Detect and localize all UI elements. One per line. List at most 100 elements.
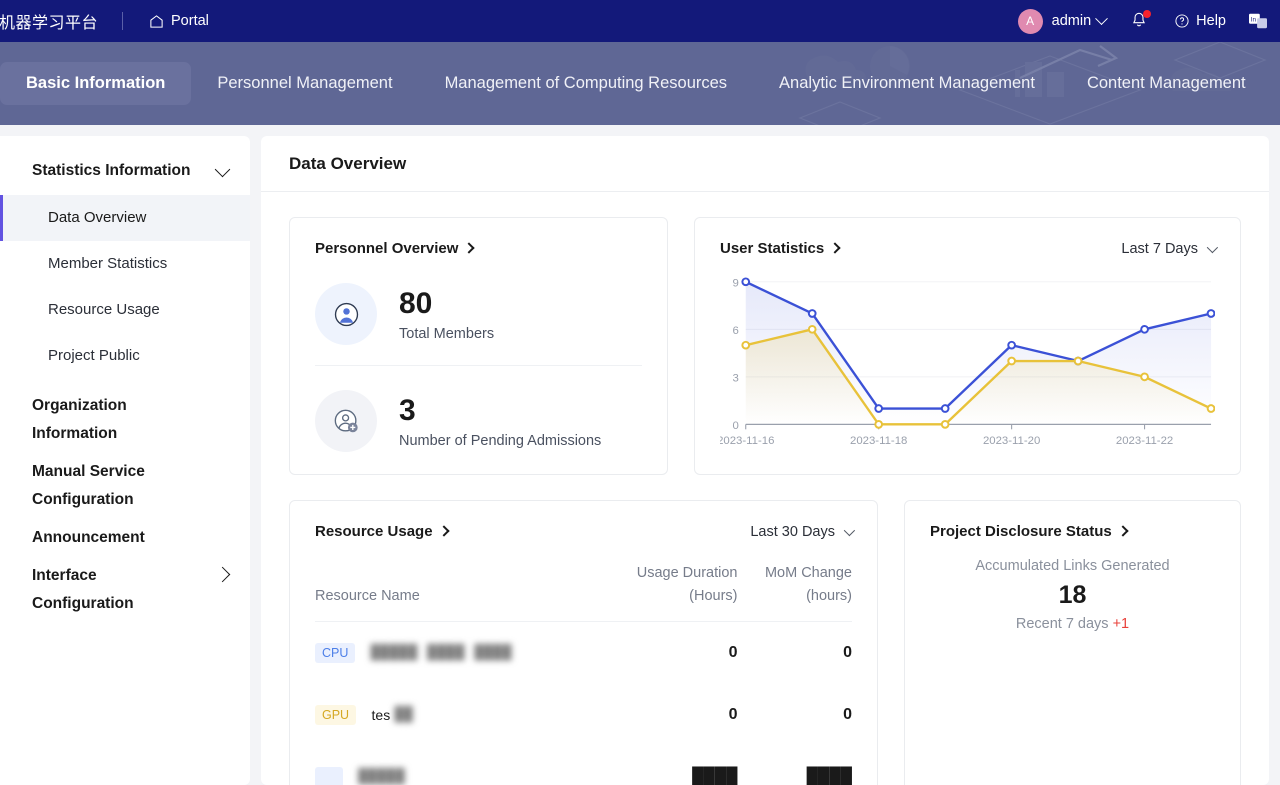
nav-item-analytic-environment[interactable]: Analytic Environment Management: [753, 62, 1061, 105]
sidebar-group-organization-information[interactable]: Organization Information: [0, 392, 250, 448]
chevron-down-icon: [1206, 241, 1219, 253]
stat-label: Number of Pending Admissions: [399, 432, 602, 449]
stat-pending-admissions: 3 Number of Pending Admissions: [315, 365, 642, 464]
nav-item-computing-resources[interactable]: Management of Computing Resources: [419, 62, 753, 105]
user-menu[interactable]: admin: [1052, 13, 1092, 29]
resource-type-badge: CPU: [315, 643, 356, 663]
table-body: CPU █████ ████ ████ 0 0 GPU tes ██ 0 0 █…: [315, 622, 852, 785]
cell-usage-duration: ████: [692, 768, 738, 785]
sidebar-group-statistics-information[interactable]: Statistics Information: [0, 157, 250, 185]
user-statistics-card: User Statistics Last 7 Days 0 3 6 9 2023-11-…: [694, 217, 1241, 475]
sidebar-group-label: Interface Configuration: [32, 567, 134, 612]
nav-item-basic-information[interactable]: Basic Information: [0, 62, 192, 105]
resource-type-badge: GPU: [315, 705, 357, 725]
portal-link[interactable]: Portal: [149, 13, 209, 29]
sidebar: Statistics Information Data Overview Mem…: [0, 136, 250, 785]
language-switch-icon[interactable]: In: [1248, 12, 1268, 30]
redacted-resource-name: █████ ████ ████: [370, 645, 513, 661]
disclosure-sub-prefix: Recent 7 days: [1015, 616, 1109, 632]
stat-value: 80: [399, 286, 433, 320]
svg-text:2023-11-22: 2023-11-22: [1116, 435, 1173, 447]
top-bar-right: A admin Help In: [1017, 8, 1272, 34]
svg-text:2023-11-20: 2023-11-20: [983, 435, 1040, 447]
content-body: Personnel Overview 80 Total Members 3 Nu…: [261, 192, 1269, 785]
sidebar-item-project-public[interactable]: Project Public: [0, 333, 250, 379]
user-statistics-chart: 0 3 6 9 2023-11-16 2023-11-18 2023-11-20 2023-1…: [717, 267, 1216, 457]
card-header: User Statistics Last 7 Days: [720, 240, 1219, 257]
nav-items: Basic Information Personnel Management M…: [0, 62, 1272, 105]
sidebar-item-label: Resource Usage: [48, 301, 160, 318]
card-title-label: Resource Usage: [315, 523, 433, 540]
help-button[interactable]: Help: [1174, 13, 1226, 29]
project-disclosure-card: Project Disclosure Status Accumulated Li…: [904, 500, 1241, 785]
user-statistics-title[interactable]: User Statistics: [720, 240, 841, 257]
cell-usage-duration: 0: [728, 644, 738, 661]
nav-item-content-management[interactable]: Content Management: [1061, 62, 1272, 105]
cell-mom-change: 0: [843, 706, 852, 723]
stat-label: Total Members: [399, 325, 495, 342]
content-panel: Data Overview Personnel Overview 80 Tota…: [261, 136, 1269, 785]
range-label: Last 30 Days: [750, 523, 835, 540]
redacted-resource-name: █████: [358, 769, 406, 785]
chevron-down-icon: [843, 524, 856, 536]
line-chart-svg: 0 3 6 9 2023-11-16 2023-11-18 2023-11-20 2023-1…: [717, 277, 1216, 447]
disclosure-metric-label: Accumulated Links Generated: [975, 558, 1170, 574]
sidebar-group-announcement[interactable]: Announcement: [0, 524, 250, 552]
sidebar-group-interface-configuration[interactable]: Interface Configuration: [0, 562, 250, 618]
table-header-row: Resource Name Usage Duration (Hours) MoM…: [315, 562, 852, 622]
chevron-down-icon[interactable]: [1095, 11, 1109, 25]
cell-resource-name: CPU █████ ████ ████: [315, 622, 605, 685]
disclosure-delta: +1: [1112, 616, 1130, 632]
portal-label: Portal: [171, 13, 209, 29]
column-resource-name: Resource Name: [315, 562, 605, 622]
nav-item-personnel-management[interactable]: Personnel Management: [191, 62, 418, 105]
sidebar-group-manual-service-configuration[interactable]: Manual Service Configuration: [0, 458, 250, 514]
page-body: Statistics Information Data Overview Mem…: [0, 125, 1280, 785]
sidebar-item-member-statistics[interactable]: Member Statistics: [0, 241, 250, 287]
disclosure-sub: Recent 7 days +1: [930, 616, 1215, 632]
sidebar-group-label: Organization Information: [32, 397, 127, 442]
user-add-icon: [334, 409, 358, 432]
svg-text:2023-11-16: 2023-11-16: [720, 435, 774, 447]
resource-usage-title[interactable]: Resource Usage: [315, 523, 450, 540]
notification-button[interactable]: [1130, 10, 1152, 31]
personnel-overview-title[interactable]: Personnel Overview: [315, 240, 476, 257]
card-header: Project Disclosure Status: [930, 523, 1215, 540]
sidebar-item-resource-usage[interactable]: Resource Usage: [0, 287, 250, 333]
resource-usage-table: Resource Name Usage Duration (Hours) MoM…: [315, 562, 852, 785]
column-label: MoM Change: [764, 565, 852, 581]
nav-label: Basic Information: [26, 74, 166, 92]
question-circle-icon: [1175, 14, 1189, 28]
cell-mom-change: 0: [843, 644, 852, 661]
column-label: Usage Duration: [636, 565, 738, 581]
user-circle-icon: [334, 302, 358, 326]
svg-text:6: 6: [732, 325, 738, 337]
chevron-down-icon: [214, 161, 231, 178]
stat-text: 3 Number of Pending Admissions: [399, 394, 601, 449]
help-label: Help: [1196, 13, 1226, 29]
top-bar: 机器学习平台 Portal A admin Help In: [0, 0, 1280, 42]
column-sublabel: (Hours): [689, 588, 738, 604]
redacted-resource-name: ██: [394, 707, 414, 723]
sidebar-item-label: Project Public: [48, 347, 140, 364]
sidebar-item-data-overview[interactable]: Data Overview: [0, 195, 250, 241]
chevron-right-icon: [437, 525, 450, 537]
sidebar-group-label: Manual Service Configuration: [32, 463, 145, 508]
table-row[interactable]: █████ ████ ████: [315, 746, 852, 785]
project-disclosure-body: Accumulated Links Generated 18 Recent 7 …: [930, 558, 1215, 632]
avatar[interactable]: A: [1017, 8, 1043, 34]
main-nav: Basic Information Personnel Management M…: [0, 42, 1280, 125]
table-row[interactable]: GPU tes ██ 0 0: [315, 684, 852, 746]
card-header: Personnel Overview: [315, 240, 642, 257]
column-label: Resource Name: [315, 588, 420, 604]
resource-usage-range-select[interactable]: Last 30 Days: [750, 523, 856, 540]
table-row[interactable]: CPU █████ ████ ████ 0 0: [315, 622, 852, 685]
chevron-right-icon: [463, 242, 476, 254]
notification-dot: [1143, 10, 1152, 18]
cell-mom-change: ████: [806, 768, 852, 785]
project-disclosure-title[interactable]: Project Disclosure Status: [930, 523, 1129, 540]
resource-type-badge: [315, 767, 343, 785]
disclosure-metric-value: 18: [1058, 581, 1087, 609]
user-statistics-range-select[interactable]: Last 7 Days: [1121, 241, 1219, 257]
